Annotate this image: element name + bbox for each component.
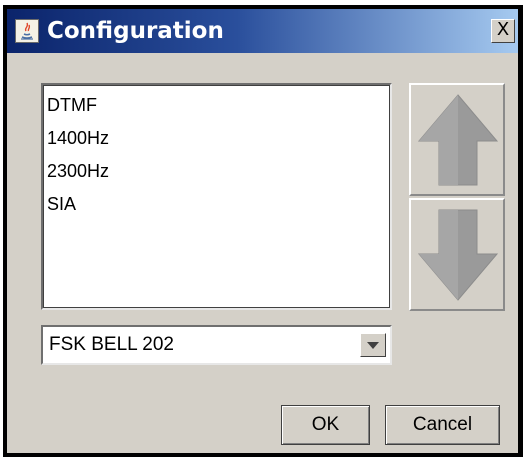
encoding-select-value: FSK BELL 202	[49, 334, 174, 355]
cancel-button[interactable]: Cancel	[385, 405, 500, 445]
window-title: Configuration	[47, 18, 224, 44]
list-item[interactable]: 2300Hz	[43, 154, 390, 187]
list-item[interactable]: DTMF	[43, 88, 390, 121]
java-icon	[15, 19, 39, 43]
title-bar[interactable]: Configuration X	[7, 9, 518, 53]
ok-button[interactable]: OK	[281, 405, 370, 445]
arrow-down-icon	[417, 209, 499, 301]
dialog-content: DTMF 1400Hz 2300Hz SIA FSK BELL 202 OK C…	[7, 53, 518, 453]
arrow-up-icon	[417, 94, 499, 186]
configuration-dialog: Configuration X DTMF 1400Hz 2300Hz SIA F…	[3, 5, 523, 457]
move-down-button[interactable]	[409, 198, 505, 311]
list-item[interactable]: SIA	[43, 187, 390, 220]
close-icon: X	[496, 19, 510, 40]
move-up-button[interactable]	[409, 83, 505, 196]
combo-dropdown-button[interactable]	[360, 333, 386, 357]
list-item[interactable]: 1400Hz	[43, 121, 390, 154]
close-button[interactable]: X	[491, 19, 515, 43]
encoding-select[interactable]: FSK BELL 202	[41, 325, 392, 365]
protocol-list[interactable]: DTMF 1400Hz 2300Hz SIA	[41, 83, 392, 310]
chevron-down-icon	[367, 342, 379, 349]
